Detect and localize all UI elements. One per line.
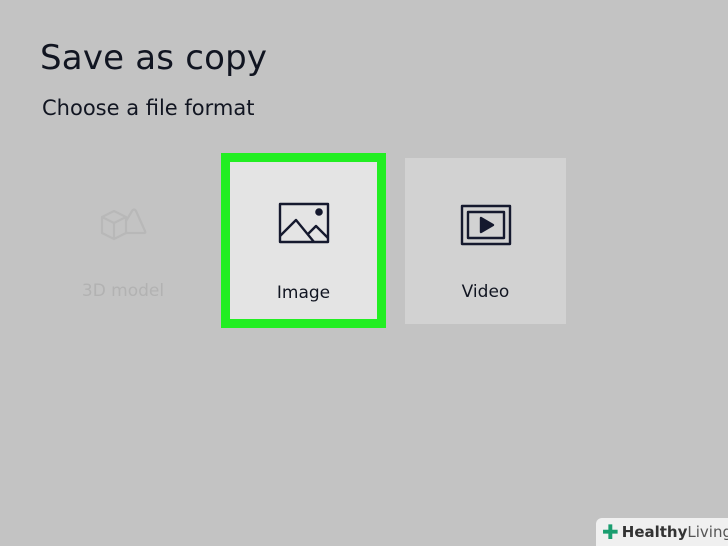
dialog-title: Save as copy: [40, 38, 268, 78]
format-option-3d-model[interactable]: 3D model: [42, 157, 204, 323]
format-option-label: Image: [276, 283, 331, 303]
format-option-label: 3D model: [81, 281, 165, 301]
video-icon: [405, 204, 566, 248]
watermark-text-regular: Living: [687, 523, 728, 541]
dialog-subtitle: Choose a file format: [42, 96, 255, 120]
format-option-image[interactable]: Image: [221, 153, 386, 328]
3d-model-icon: [42, 203, 204, 247]
healthy-living-watermark: ✚ Healthy Living: [596, 518, 728, 546]
watermark-text-bold: Healthy: [621, 523, 688, 541]
plus-icon: ✚: [602, 520, 619, 544]
image-icon: [230, 202, 377, 246]
format-option-label: Video: [461, 282, 510, 302]
format-option-video[interactable]: Video: [405, 158, 566, 324]
